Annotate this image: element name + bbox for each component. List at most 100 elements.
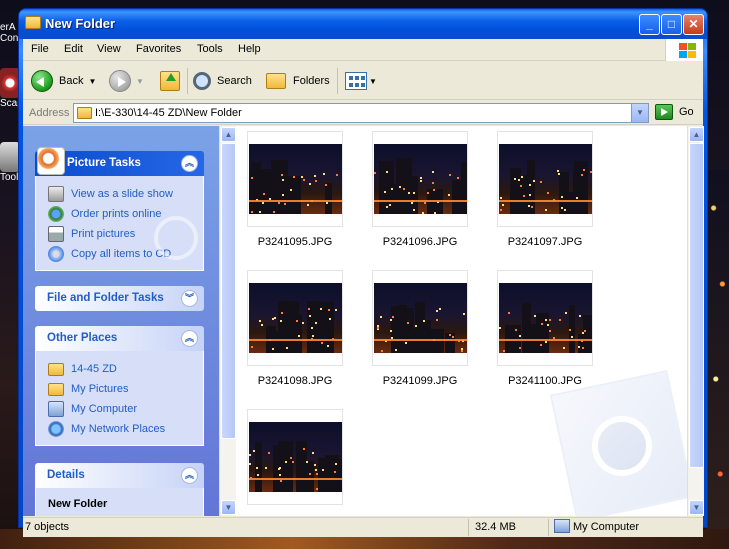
file-thumbnail[interactable]: P3241097.JPG <box>497 131 593 248</box>
file-list-scrollbar[interactable]: ▲ ▼ <box>687 126 704 516</box>
file-thumbnail[interactable]: P3241096.JPG <box>372 131 468 248</box>
watermark-icon <box>549 369 687 516</box>
title-bar[interactable]: New Folder _ □ ✕ <box>19 9 707 39</box>
menu-edit[interactable]: Edit <box>64 43 83 55</box>
menu-help[interactable]: Help <box>238 43 261 55</box>
window-title: New Folder <box>45 16 116 31</box>
scroll-thumb[interactable] <box>689 143 704 468</box>
explorer-window: New Folder _ □ ✕ File Edit View Favorite… <box>18 8 708 537</box>
minimize-button[interactable]: _ <box>639 14 660 35</box>
place-14-45-zd[interactable]: 14-45 ZD <box>48 359 193 379</box>
file-name-label: P3241095.JPG <box>257 236 333 248</box>
file-thumbnail[interactable] <box>247 409 343 514</box>
other-places-body: 14-45 ZD My Pictures My Computer My Netw… <box>35 351 204 446</box>
file-thumbnail[interactable]: P3241098.JPG <box>247 270 343 387</box>
computer-icon <box>554 519 570 533</box>
task-pane-scrollbar[interactable]: ▲ ▼ <box>219 126 236 516</box>
menu-file[interactable]: File <box>31 43 49 55</box>
file-thumbnail[interactable]: P3241099.JPG <box>372 270 468 387</box>
cd-icon <box>48 246 64 262</box>
printer-icon <box>48 226 64 242</box>
place-my-computer[interactable]: My Computer <box>48 399 193 419</box>
status-divider <box>468 519 469 536</box>
chevron-down-icon[interactable]: ▼ <box>136 77 144 86</box>
picture-tasks-header[interactable]: Picture Tasks ︽ <box>35 147 204 176</box>
picture-tasks-body: View as a slide show Order prints online… <box>35 176 204 271</box>
file-folder-tasks-header[interactable]: File and Folder Tasks ︾ <box>35 286 204 311</box>
thumbnail-frame[interactable] <box>497 131 593 227</box>
maximize-button[interactable]: □ <box>661 14 682 35</box>
status-size: 32.4 MB <box>475 521 516 533</box>
night-city-image <box>499 144 592 214</box>
search-button[interactable]: Search <box>193 68 252 94</box>
close-button[interactable]: ✕ <box>683 14 704 35</box>
file-name-label: P3241099.JPG <box>382 375 458 387</box>
desktop-icon-label: Tools <box>0 172 20 183</box>
tools-icon <box>0 142 20 172</box>
desktop-icon-label: Scap <box>0 98 20 109</box>
desktop-icon[interactable]: erA Con <box>0 22 20 44</box>
thumbnail-frame[interactable] <box>247 131 343 227</box>
details-header[interactable]: Details ︽ <box>35 463 204 488</box>
scroll-up-button[interactable]: ▲ <box>221 127 236 142</box>
folder-icon <box>77 107 92 119</box>
file-thumbnail[interactable]: P3241095.JPG <box>247 131 343 248</box>
computer-icon <box>48 401 64 417</box>
task-label: View as a slide show <box>71 188 173 200</box>
place-my-pictures[interactable]: My Pictures <box>48 379 193 399</box>
other-places-panel: Other Places ︽ 14-45 ZD My Pictures My C… <box>35 326 204 446</box>
folders-button[interactable]: Folders <box>266 68 330 94</box>
scroll-down-button[interactable]: ▼ <box>221 500 236 515</box>
other-places-header[interactable]: Other Places ︽ <box>35 326 204 351</box>
search-label: Search <box>217 75 252 87</box>
details-folder-name: New Folder <box>48 498 108 510</box>
place-label: My Network Places <box>71 423 166 435</box>
panel-title: Picture Tasks <box>67 157 141 169</box>
thumbnail-frame[interactable] <box>247 409 343 505</box>
file-name-label: P3241097.JPG <box>507 236 583 248</box>
back-button[interactable]: Back ▼ <box>31 68 96 94</box>
task-slide-show[interactable]: View as a slide show <box>48 184 193 204</box>
status-object-count: 7 objects <box>25 521 70 533</box>
chevron-down-icon[interactable]: ▼ <box>88 77 96 86</box>
picture-tasks-icon <box>37 147 65 175</box>
thumbnail-frame[interactable] <box>497 270 593 366</box>
up-button[interactable] <box>160 68 180 94</box>
thumbnail-frame[interactable] <box>372 131 468 227</box>
scroll-down-button[interactable]: ▼ <box>689 500 704 515</box>
scroll-up-button[interactable]: ▲ <box>689 127 704 142</box>
picture-tasks-panel: Picture Tasks ︽ View as a slide show Ord… <box>35 147 204 271</box>
forward-button[interactable]: ▼ <box>109 68 144 94</box>
go-button[interactable]: Go <box>655 104 694 120</box>
night-city-image <box>499 283 592 353</box>
folder-up-icon <box>160 71 180 91</box>
expand-chevron-icon[interactable]: ︾ <box>181 290 198 307</box>
folders-icon <box>266 73 286 89</box>
address-bar: Address I:\E-330\14-45 ZD\New Folder ▼ G… <box>23 101 703 125</box>
panel-title: Other Places <box>47 332 118 344</box>
details-panel: Details ︽ New Folder <box>35 463 204 516</box>
menu-bar: File Edit View Favorites Tools Help <box>23 39 703 61</box>
thumbnail-frame[interactable] <box>247 270 343 366</box>
desktop-icon[interactable]: Scap <box>0 68 20 109</box>
address-input[interactable]: I:\E-330\14-45 ZD\New Folder ▼ <box>73 103 649 123</box>
place-my-network-places[interactable]: My Network Places <box>48 419 193 439</box>
collapse-chevron-icon[interactable]: ︽ <box>181 467 198 484</box>
collapse-chevron-icon[interactable]: ︽ <box>181 330 198 347</box>
night-city-image <box>249 144 342 214</box>
desktop-icon[interactable]: Tools <box>0 142 20 183</box>
menu-view[interactable]: View <box>97 43 121 55</box>
task-label: Order prints online <box>71 208 162 220</box>
collapse-chevron-icon[interactable]: ︽ <box>181 155 198 172</box>
address-dropdown-button[interactable]: ▼ <box>631 104 648 122</box>
slideshow-icon <box>48 186 64 202</box>
app-icon <box>0 68 20 98</box>
scroll-thumb[interactable] <box>221 143 236 439</box>
chevron-down-icon[interactable]: ▼ <box>369 77 377 86</box>
thumbnail-frame[interactable] <box>372 270 468 366</box>
menu-tools[interactable]: Tools <box>197 43 223 55</box>
menu-favorites[interactable]: Favorites <box>136 43 181 55</box>
content-area: Picture Tasks ︽ View as a slide show Ord… <box>23 126 704 516</box>
file-thumbnail[interactable]: P3241100.JPG <box>497 270 593 387</box>
views-button[interactable]: ▼ <box>345 68 377 94</box>
